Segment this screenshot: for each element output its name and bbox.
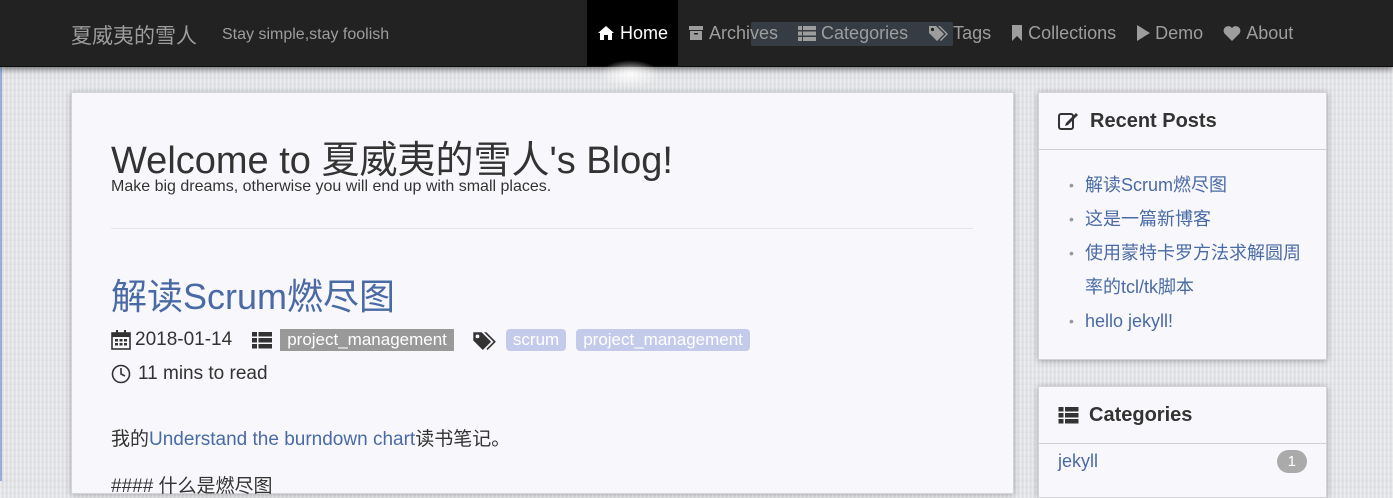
categories-header: Categories	[1039, 387, 1326, 444]
recent-post-item[interactable]: • 使用蒙特卡罗方法求解圆周率的tcl/tk脚本	[1069, 236, 1315, 304]
category-item-jekyll[interactable]: jekyll 1	[1039, 444, 1326, 473]
tags-icon	[473, 331, 496, 350]
edit-icon	[1058, 113, 1078, 130]
bullet: •	[1069, 211, 1074, 227]
recent-post-link[interactable]: 这是一篇新博客	[1085, 209, 1211, 229]
post-tag-project-management[interactable]: project_management	[576, 329, 750, 351]
nav-archives[interactable]: Archives	[678, 0, 788, 66]
nav-about-label: About	[1246, 22, 1294, 43]
nav-about[interactable]: About	[1213, 0, 1303, 66]
top-navbar: 夏威夷的雪人 Stay simple,stay foolish Home Arc…	[0, 0, 1393, 67]
excerpt-prefix: 我的	[111, 429, 150, 450]
active-glow	[600, 60, 660, 88]
site-brand[interactable]: 夏威夷的雪人	[71, 20, 197, 50]
main-content: Welcome to 夏威夷的雪人's Blog! Make big dream…	[71, 92, 1014, 497]
recent-posts-panel: Recent Posts • 解读Scrum燃尽图 • 这是一篇新博客 • 使用蒙特卡…	[1038, 92, 1327, 360]
nav-demo-label: Demo	[1155, 22, 1204, 43]
categories-title: Categories	[1089, 403, 1193, 426]
page-title: Welcome to 夏威夷的雪人's Blog!	[111, 140, 673, 182]
nav-home-label: Home	[620, 22, 669, 43]
recent-post-item[interactable]: • hello jekyll!	[1069, 304, 1315, 338]
page-motto: Make big dreams, otherwise you will end …	[111, 178, 552, 195]
calendar-icon	[111, 330, 131, 350]
nav-collections-label: Collections	[1028, 22, 1117, 43]
post-meta: 2018-01-14 project_management scrum proj…	[111, 327, 750, 353]
read-time-text: 11 mins to read	[138, 363, 268, 384]
nav-home[interactable]: Home	[587, 0, 679, 66]
recent-post-link[interactable]: 解读Scrum燃尽图	[1085, 175, 1227, 195]
divider	[111, 228, 973, 229]
tags-icon	[929, 26, 949, 41]
nav-categories[interactable]: Categories	[788, 0, 918, 66]
list-icon	[798, 25, 817, 41]
main-nav: Home Archives Categories Tags Collection…	[587, 0, 1303, 66]
play-icon	[1137, 25, 1151, 41]
recent-post-item[interactable]: • 这是一篇新博客	[1069, 202, 1315, 236]
post-excerpt: 我的Understand the burndown chart读书笔记。	[111, 424, 510, 451]
category-count-badge: 1	[1276, 450, 1307, 473]
list-icon	[1058, 406, 1079, 423]
nav-tags[interactable]: Tags	[918, 0, 1001, 66]
excerpt-link[interactable]: Understand the burndown chart	[149, 429, 415, 450]
nav-collections[interactable]: Collections	[1001, 0, 1126, 66]
recent-post-link[interactable]: 使用蒙特卡罗方法求解圆周率的tcl/tk脚本	[1085, 243, 1301, 297]
recent-post-link[interactable]: hello jekyll!	[1085, 311, 1173, 331]
post-tag-scrum[interactable]: scrum	[505, 329, 567, 351]
recent-posts-header: Recent Posts	[1039, 93, 1326, 150]
nav-tags-label: Tags	[953, 22, 992, 43]
category-list-icon	[252, 331, 273, 348]
nav-demo[interactable]: Demo	[1126, 0, 1213, 66]
nav-categories-label: Categories	[821, 22, 909, 43]
recent-posts-list: • 解读Scrum燃尽图 • 这是一篇新博客 • 使用蒙特卡罗方法求解圆周率的tcl/…	[1039, 150, 1326, 338]
bullet: •	[1069, 313, 1074, 329]
site-tagline: Stay simple,stay foolish	[222, 26, 390, 43]
post-category-badge[interactable]: project_management	[280, 329, 454, 351]
clock-icon	[111, 364, 131, 384]
post-date: 2018-01-14	[135, 329, 233, 350]
nav-archives-label: Archives	[709, 22, 779, 43]
category-name[interactable]: jekyll	[1058, 451, 1098, 472]
heart-icon	[1223, 26, 1241, 41]
recent-posts-title: Recent Posts	[1090, 109, 1217, 132]
bookmark-icon	[1012, 25, 1023, 41]
bullet: •	[1069, 245, 1074, 261]
archive-icon	[689, 26, 704, 40]
home-icon	[598, 26, 614, 40]
bullet: •	[1069, 177, 1074, 193]
categories-panel: Categories jekyll 1	[1038, 386, 1327, 498]
recent-post-item[interactable]: • 解读Scrum燃尽图	[1069, 168, 1315, 202]
read-time: 11 mins to read	[111, 363, 268, 385]
window-edge	[0, 66, 2, 481]
post-title-link[interactable]: 解读Scrum燃尽图	[111, 268, 395, 320]
excerpt-suffix: 读书笔记。	[415, 429, 511, 450]
excerpt-heading: #### 什么是燃尽图	[111, 476, 273, 497]
